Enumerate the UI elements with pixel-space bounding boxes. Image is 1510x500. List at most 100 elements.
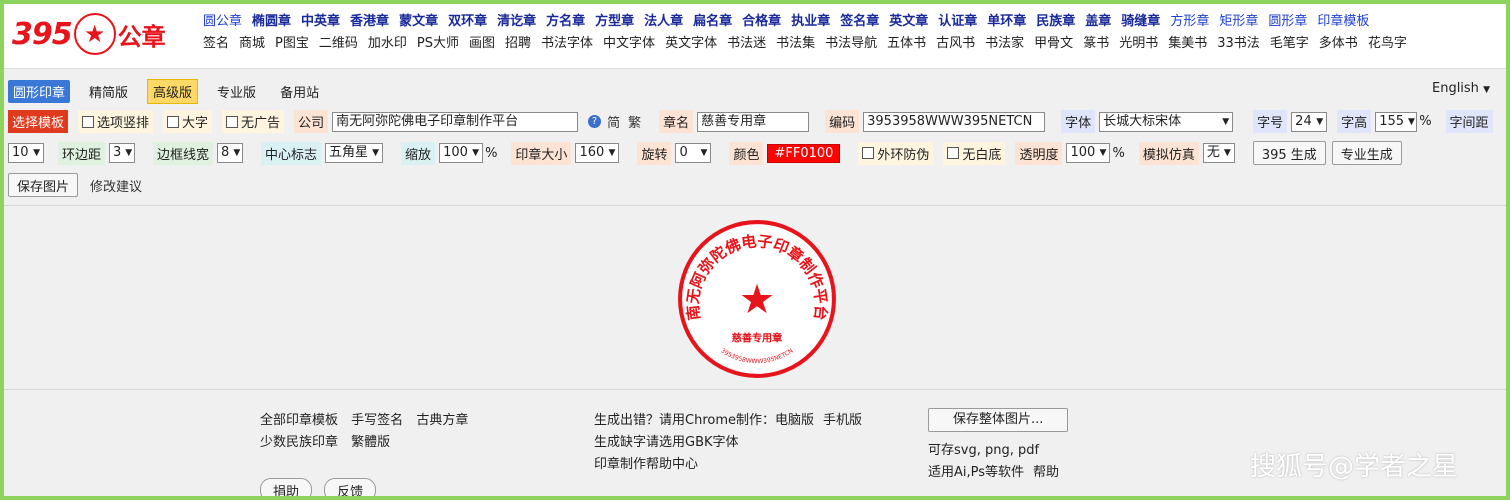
nav-primary-item[interactable]: 合格章 bbox=[737, 10, 786, 29]
nav-primary-item[interactable]: 清讫章 bbox=[492, 10, 541, 29]
generate-395-button[interactable]: 395 生成 bbox=[1252, 141, 1326, 165]
help-icon[interactable]: ? bbox=[588, 115, 602, 128]
tab-lite[interactable]: 精简版 bbox=[84, 80, 133, 103]
nav-secondary-item[interactable]: 光明书 bbox=[1114, 32, 1163, 51]
nav-primary-item[interactable]: 执业章 bbox=[786, 10, 835, 29]
nav-secondary-item[interactable]: 书法迷 bbox=[722, 32, 771, 51]
tab-professional[interactable]: 专业版 bbox=[212, 80, 261, 103]
code-input[interactable]: 3953958WWW395NETCN bbox=[863, 111, 1046, 132]
nav-primary-item[interactable]: 双环章 bbox=[443, 10, 492, 29]
font-size-select[interactable]: 24 ▼ bbox=[1291, 111, 1328, 132]
no-ads-checkbox[interactable]: 无广告 bbox=[222, 110, 285, 133]
nav-secondary-item[interactable]: 篆书 bbox=[1078, 32, 1114, 51]
nav-primary-item[interactable]: 方型章 bbox=[590, 10, 639, 29]
footer-help-link[interactable]: 帮助 bbox=[1033, 465, 1059, 480]
nav-secondary-item[interactable]: 书法导航 bbox=[820, 32, 882, 51]
opacity-label: 透明度 bbox=[1015, 141, 1063, 165]
nav-primary-item[interactable]: 圆公章 bbox=[198, 10, 247, 29]
choose-template-button[interactable]: 选择模板 bbox=[8, 110, 69, 133]
nav-secondary-item[interactable]: 多体书 bbox=[1314, 32, 1363, 51]
footer-link-pc[interactable]: 电脑版 bbox=[775, 413, 814, 428]
nav-secondary-item[interactable]: 加水印 bbox=[363, 32, 412, 51]
opacity-select[interactable]: 100 ▼ bbox=[1066, 143, 1111, 163]
tab-backup-site[interactable]: 备用站 bbox=[275, 80, 324, 103]
nav-primary-item[interactable]: 香港章 bbox=[345, 10, 394, 29]
nav-primary-item[interactable]: 圆形章 bbox=[1263, 10, 1312, 29]
nav-primary-item[interactable]: 英文章 bbox=[884, 10, 933, 29]
footer-link-minority-seal[interactable]: 少数民族印章 bbox=[260, 435, 338, 450]
donate-button[interactable]: 捐助 bbox=[260, 478, 313, 496]
save-image-button[interactable]: 保存图片 bbox=[8, 173, 79, 197]
feedback-button[interactable]: 反馈 bbox=[324, 478, 377, 496]
char-spacing-select[interactable]: 10 ▼ bbox=[8, 143, 44, 163]
footer-link-mobile[interactable]: 手机版 bbox=[823, 413, 862, 428]
nav-secondary-item[interactable]: 书法集 bbox=[771, 32, 820, 51]
font-select[interactable]: 长城大标宋体 ▼ bbox=[1099, 111, 1234, 132]
simplified-link[interactable]: 简 bbox=[607, 112, 620, 131]
footer-link-handwritten[interactable]: 手写签名 bbox=[351, 413, 403, 428]
nav-primary-item[interactable]: 矩形章 bbox=[1214, 10, 1263, 29]
generate-pro-button[interactable]: 专业生成 bbox=[1331, 141, 1402, 165]
large-text-checkbox[interactable]: 大字 bbox=[163, 110, 213, 133]
simulate-select[interactable]: 无 ▼ bbox=[1202, 143, 1235, 163]
nav-secondary-item[interactable]: 毛笔字 bbox=[1265, 32, 1314, 51]
footer-link-classic-square[interactable]: 古典方章 bbox=[416, 413, 468, 428]
nav-secondary-item[interactable]: 花鸟字 bbox=[1363, 32, 1412, 51]
char-height-select[interactable]: 155 ▼ bbox=[1375, 111, 1418, 132]
border-width-select[interactable]: 8 ▼ bbox=[217, 143, 244, 163]
vertical-option-checkbox[interactable]: 选项竖排 bbox=[78, 110, 154, 133]
color-picker[interactable]: #FF0100 bbox=[767, 143, 841, 163]
save-whole-image-button[interactable]: 保存整体图片... bbox=[928, 408, 1069, 432]
footer-link-traditional[interactable]: 繁體版 bbox=[351, 435, 390, 450]
nav-secondary-item[interactable]: 英文字体 bbox=[660, 32, 722, 51]
outer-ring-anti-fake-checkbox[interactable]: 外环防伪 bbox=[858, 141, 934, 165]
nav-primary-item[interactable]: 蒙文章 bbox=[394, 10, 443, 29]
nav-secondary-item[interactable]: 商城 bbox=[234, 32, 270, 51]
no-white-bg-checkbox[interactable]: 无白底 bbox=[943, 141, 1006, 165]
footer-help-center-link[interactable]: 印章制作帮助中心 bbox=[594, 457, 698, 472]
nav-primary-item[interactable]: 骑缝章 bbox=[1116, 10, 1165, 29]
nav-primary-item[interactable]: 法人章 bbox=[639, 10, 688, 29]
nav-secondary-item[interactable]: 集美书 bbox=[1163, 32, 1212, 51]
nav-secondary-item[interactable]: 书法字体 bbox=[536, 32, 598, 51]
seal-size-select[interactable]: 160 ▼ bbox=[575, 143, 620, 163]
nav-primary-item[interactable]: 方形章 bbox=[1165, 10, 1214, 29]
nav-secondary-item[interactable]: 画图 bbox=[464, 32, 500, 51]
nav-primary-item[interactable]: 签名章 bbox=[835, 10, 884, 29]
nav-secondary-item[interactable]: P图宝 bbox=[270, 32, 314, 51]
nav-secondary-item[interactable]: 二维码 bbox=[314, 32, 363, 51]
ring-gap-value: 3 bbox=[113, 145, 122, 160]
nav-secondary-item[interactable]: PS大师 bbox=[412, 32, 464, 51]
nav-secondary-item[interactable]: 33书法 bbox=[1212, 32, 1265, 51]
nav-primary-item[interactable]: 中英章 bbox=[296, 10, 345, 29]
nav-primary-item[interactable]: 方名章 bbox=[541, 10, 590, 29]
nav-secondary-item[interactable]: 招聘 bbox=[500, 32, 536, 51]
nav-primary-item[interactable]: 扁名章 bbox=[688, 10, 737, 29]
traditional-link[interactable]: 繁 bbox=[628, 112, 641, 131]
nav-secondary-item[interactable]: 书法家 bbox=[980, 32, 1029, 51]
nav-secondary-item[interactable]: 五体书 bbox=[882, 32, 931, 51]
site-logo[interactable]: 395 ★ 公章 bbox=[12, 12, 166, 56]
suggest-link[interactable]: 修改建议 bbox=[90, 176, 142, 195]
nav-secondary-item[interactable]: 古风书 bbox=[931, 32, 980, 51]
scale-select[interactable]: 100 ▼ bbox=[439, 143, 484, 163]
footer-save-col: 保存整体图片... 可存svg, png, pdf 适用Ai,Ps等软件 帮助 bbox=[928, 408, 1077, 484]
ring-gap-select[interactable]: 3 ▼ bbox=[109, 143, 136, 163]
nav-primary-item[interactable]: 盖章 bbox=[1080, 10, 1116, 29]
nav-primary-item[interactable]: 椭圆章 bbox=[247, 10, 296, 29]
nav-secondary-item[interactable]: 中文字体 bbox=[598, 32, 660, 51]
company-input[interactable]: 南无阿弥陀佛电子印章制作平台 bbox=[332, 111, 579, 132]
nav-secondary-item[interactable]: 签名 bbox=[198, 32, 234, 51]
footer-link-all-templates[interactable]: 全部印章模板 bbox=[260, 413, 338, 428]
language-select[interactable]: English ▼ bbox=[1432, 81, 1490, 96]
tab-round-seal[interactable]: 圆形印章 bbox=[8, 80, 71, 103]
nav-primary-item[interactable]: 单环章 bbox=[982, 10, 1031, 29]
rotate-select[interactable]: 0 ▼ bbox=[675, 143, 712, 163]
nav-primary-item[interactable]: 印章模板 bbox=[1312, 10, 1374, 29]
seal-name-input[interactable]: 慈善专用章 bbox=[697, 111, 810, 132]
nav-primary-item[interactable]: 民族章 bbox=[1031, 10, 1080, 29]
nav-primary-item[interactable]: 认证章 bbox=[933, 10, 982, 29]
tab-advanced[interactable]: 高级版 bbox=[147, 79, 199, 104]
center-mark-select[interactable]: 五角星 ▼ bbox=[325, 143, 384, 163]
nav-secondary-item[interactable]: 甲骨文 bbox=[1029, 32, 1078, 51]
